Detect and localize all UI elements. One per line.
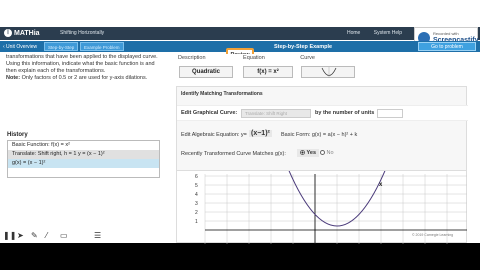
units-input[interactable] (377, 109, 403, 118)
tab-example-problem[interactable]: Example Problem (80, 42, 124, 51)
home-link[interactable]: Home (347, 30, 360, 36)
yes-label: Yes (306, 150, 317, 156)
app-logo[interactable]: ꟾ MATHia (4, 29, 40, 37)
y-tick-4: 4 (195, 192, 198, 198)
algebraic-label: Edit Algebraic Equation: y= (181, 132, 247, 138)
equation-box[interactable]: f(x) = x² (243, 66, 293, 78)
edit-curve-row: Edit Graphical Curve: Translate: Shift R… (177, 105, 468, 121)
logo-text: MATHia (14, 29, 40, 37)
basic-form-label: Basic Form: g(x) = a(x − h)² + k (281, 132, 358, 138)
top-links: Home System Help (347, 30, 414, 36)
transformation-dropdown[interactable]: Translate: Shift Right (241, 109, 311, 118)
algebraic-equation[interactable]: (x−1)² (249, 130, 272, 137)
units-label: by the number of units (315, 110, 375, 116)
radio-no-icon (320, 150, 325, 156)
history-list[interactable]: Basic Function: f(x) = x² Translate: Shi… (7, 140, 160, 178)
instructions: transformations that have been applied t… (6, 54, 166, 82)
left-panel: transformations that have been applied t… (4, 54, 170, 243)
history-row[interactable]: g(x) = (x − 1)² (8, 159, 159, 168)
y-tick-2: 2 (195, 210, 198, 216)
radio-yes-icon (300, 150, 305, 156)
history-row[interactable]: Basic Function: f(x) = x² (8, 141, 159, 150)
instructions-text: transformations that have been applied t… (6, 54, 158, 74)
y-tick-labels: 6 5 4 3 2 1 (195, 174, 198, 225)
description-box[interactable]: Quadratic (179, 66, 233, 78)
camera-icon[interactable]: ▭ (60, 231, 68, 240)
history-row[interactable]: Translate: Shift right, h = 1 y = (x − 1… (8, 150, 159, 159)
go-to-problem-button[interactable]: Go to problem (418, 42, 476, 51)
section-title: Identify Matching Transformations (181, 91, 263, 97)
no-label: No (326, 150, 334, 156)
yes-option[interactable]: Yes (297, 149, 320, 157)
tab-step-by-step[interactable]: Step-by-Step (44, 42, 79, 51)
pause-icon[interactable]: ❚❚ (3, 231, 16, 240)
app-window: ꟾ MATHia Shifting Horizontally Home Syste… (0, 0, 480, 244)
note-text: Only factors of 0.5 or 2 are used for y-… (20, 75, 148, 81)
lesson-title: Shifting Horizontally (60, 30, 105, 36)
menu-icon[interactable]: ☰ (94, 231, 101, 240)
line-icon[interactable]: ⁄ (46, 231, 47, 240)
note-label: Note: (6, 75, 21, 81)
top-bar: ꟾ MATHia Shifting Horizontally Home Syste… (0, 27, 480, 40)
parabola-thumbnail-icon (321, 67, 337, 78)
logo-icon: ꟾ (4, 29, 12, 37)
edit-curve-label: Edit Graphical Curve: (181, 110, 238, 116)
matches-label: Recently Transformed Curve Matches g(x): (181, 151, 286, 157)
column-headers: Description Equation Curve (178, 55, 315, 61)
y-tick-1: 1 (195, 219, 198, 225)
curve-box[interactable] (301, 66, 355, 78)
recorder-tagline: Recorded with (433, 31, 459, 36)
no-option[interactable]: No (320, 150, 334, 156)
header-equation: Equation (243, 55, 265, 61)
system-help-link[interactable]: System Help (374, 30, 402, 36)
y-tick-5: 5 (195, 183, 198, 189)
step-title: Step-by-Step Example (274, 44, 333, 50)
annotation-toolbar: ❚❚ ➤ ✎ ⁄ ▭ ☰ (0, 229, 110, 242)
y-tick-3: 3 (195, 201, 198, 207)
y-tick-6: 6 (195, 174, 198, 180)
right-panel: Description Equation Curve Quadratic f(x… (173, 54, 469, 244)
pen-icon[interactable]: ✎ (31, 231, 38, 240)
cursor-icon[interactable]: ➤ (17, 231, 24, 240)
header-curve: Curve (300, 55, 315, 61)
copyright: © 2019 Carnegie Learning (412, 233, 454, 237)
history-title: History (7, 132, 28, 138)
unit-overview-link[interactable]: ‹ Unit Overview (3, 44, 37, 50)
header-description: Description (178, 55, 206, 61)
